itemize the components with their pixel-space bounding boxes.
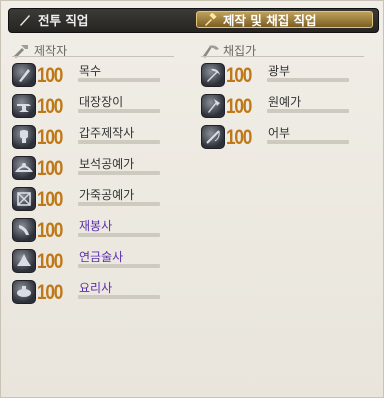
job-name: 가죽공예가	[79, 188, 135, 202]
job-level: 100	[37, 95, 63, 118]
xp-bar	[78, 171, 160, 175]
job-entry-crafters-5[interactable]: 100 재봉사	[12, 216, 172, 246]
job-name: 어부	[268, 126, 291, 140]
xp-bar	[78, 264, 160, 268]
fishing-rod-icon	[201, 125, 225, 149]
job-name: 연금술사	[79, 250, 124, 264]
culinarian-icon	[12, 280, 36, 304]
xp-bar	[78, 109, 160, 113]
job-level: 100	[37, 157, 63, 180]
crafters-divider	[12, 56, 174, 57]
hatchet-icon	[201, 94, 225, 118]
job-entry-crafters-2[interactable]: 100 갑주제작사	[12, 123, 172, 153]
weaver-icon	[12, 218, 36, 242]
job-entry-gatherers-1[interactable]: 100 원예가	[201, 92, 361, 122]
job-name: 대장장이	[79, 95, 124, 109]
leatherworker-icon	[12, 187, 36, 211]
job-entry-crafters-4[interactable]: 100 가죽공예가	[12, 185, 172, 215]
sword-icon	[18, 13, 32, 27]
xp-bar	[267, 109, 349, 113]
character-classes-panel: 전투 직업 제작 및 채집 직업 제작자 채집가 100 목수 100 대장장이	[0, 0, 384, 398]
job-level: 100	[226, 95, 252, 118]
job-name: 요리사	[79, 281, 113, 295]
xp-bar	[78, 202, 160, 206]
tab-combat-jobs[interactable]: 전투 직업	[12, 11, 195, 28]
hammer-icon	[203, 11, 217, 27]
job-name: 원예가	[268, 95, 302, 109]
gatherers-divider	[201, 56, 364, 57]
job-entry-crafters-7[interactable]: 100 요리사	[12, 278, 172, 308]
blacksmith-icon	[12, 94, 36, 118]
carpenter-icon	[12, 63, 36, 87]
job-entry-gatherers-0[interactable]: 100 광부	[201, 61, 361, 91]
job-name: 목수	[79, 64, 102, 78]
goldsmith-icon	[12, 156, 36, 180]
job-level: 100	[226, 126, 252, 149]
job-entry-crafters-3[interactable]: 100 보석공예가	[12, 154, 172, 184]
job-level: 100	[37, 250, 63, 273]
job-level: 100	[37, 219, 63, 242]
job-entry-crafters-1[interactable]: 100 대장장이	[12, 92, 172, 122]
job-name: 갑주제작사	[79, 126, 135, 140]
job-level: 100	[37, 281, 63, 304]
job-name: 재봉사	[79, 219, 113, 233]
tab-crafting-label: 제작 및 채집 직업	[223, 13, 317, 28]
job-name: 광부	[268, 64, 291, 78]
job-entry-gatherers-2[interactable]: 100 어부	[201, 123, 361, 153]
pickaxe-icon	[201, 63, 225, 87]
xp-bar	[78, 140, 160, 144]
job-entry-crafters-6[interactable]: 100 연금술사	[12, 247, 172, 277]
job-category-tabs: 전투 직업 제작 및 채집 직업	[8, 8, 379, 33]
xp-bar	[267, 78, 349, 82]
tab-combat-label: 전투 직업	[38, 13, 89, 28]
job-level: 100	[37, 64, 63, 87]
tab-crafting-gathering-jobs[interactable]: 제작 및 채집 직업	[196, 11, 373, 28]
xp-bar	[78, 233, 160, 237]
armorer-icon	[12, 125, 36, 149]
job-level: 100	[37, 126, 63, 149]
alchemist-icon	[12, 249, 36, 273]
xp-bar	[78, 295, 160, 299]
job-name: 보석공예가	[79, 157, 135, 171]
job-entry-crafters-0[interactable]: 100 목수	[12, 61, 172, 91]
job-level: 100	[37, 188, 63, 211]
xp-bar	[267, 140, 349, 144]
xp-bar	[78, 78, 160, 82]
job-level: 100	[226, 64, 252, 87]
